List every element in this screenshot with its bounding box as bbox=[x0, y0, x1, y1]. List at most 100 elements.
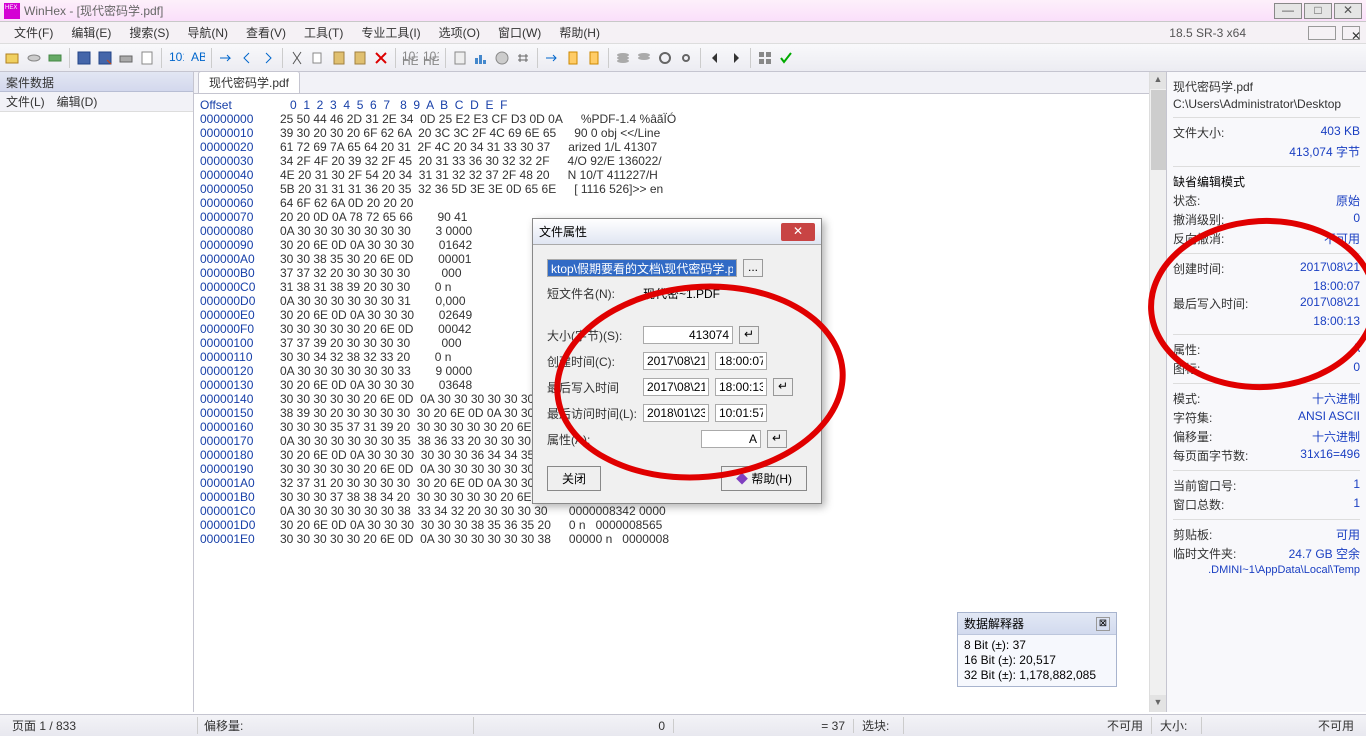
vertical-scrollbar[interactable]: ▲ ▼ bbox=[1149, 72, 1166, 712]
open-disk-icon[interactable] bbox=[25, 49, 43, 67]
menu-tools[interactable]: 工具(T) bbox=[296, 22, 351, 43]
menu-close-icon[interactable]: ✕ bbox=[1342, 26, 1360, 40]
copy-icon[interactable] bbox=[309, 49, 327, 67]
hash-icon[interactable] bbox=[514, 49, 532, 67]
delete-icon[interactable] bbox=[372, 49, 390, 67]
calc-icon[interactable] bbox=[451, 49, 469, 67]
size-input[interactable] bbox=[643, 326, 733, 344]
file-tabs: 现代密码学.pdf bbox=[194, 72, 1149, 94]
interp-close-icon[interactable]: ⊠ bbox=[1096, 617, 1110, 631]
size-btn[interactable]: ↵ bbox=[739, 326, 759, 344]
maximize-button[interactable]: □ bbox=[1304, 3, 1332, 19]
paste-icon[interactable] bbox=[351, 49, 369, 67]
attr-input[interactable] bbox=[701, 430, 761, 448]
svg-text:101: 101 bbox=[169, 50, 184, 64]
data-interpreter-panel[interactable]: 数据解释器⊠ 8 Bit (±): 37 16 Bit (±): 20,517 … bbox=[957, 612, 1117, 687]
off-value: 十六进制 bbox=[1312, 428, 1360, 445]
properties-icon[interactable] bbox=[138, 49, 156, 67]
scroll-down-icon[interactable]: ▼ bbox=[1150, 695, 1166, 712]
case-tree[interactable] bbox=[0, 112, 193, 712]
back-icon[interactable] bbox=[238, 49, 256, 67]
prev-icon[interactable] bbox=[706, 49, 724, 67]
find-hex-icon[interactable]: 101 bbox=[167, 49, 185, 67]
menu-button-icon[interactable] bbox=[1308, 26, 1336, 40]
menu-nav[interactable]: 导航(N) bbox=[179, 22, 236, 43]
next-icon[interactable] bbox=[727, 49, 745, 67]
dialog-titlebar[interactable]: 文件属性 ✕ bbox=[533, 219, 821, 245]
goto-arrow-icon[interactable] bbox=[543, 49, 561, 67]
close-button[interactable]: 关闭 bbox=[547, 466, 601, 491]
close-button[interactable]: ✕ bbox=[1334, 3, 1362, 19]
menu-view[interactable]: 查看(V) bbox=[238, 22, 294, 43]
stack2-icon[interactable] bbox=[635, 49, 653, 67]
rundo-label: 反向撤消: bbox=[1173, 230, 1224, 247]
dialog-close-button[interactable]: ✕ bbox=[781, 223, 815, 241]
icon-label: 图标: bbox=[1173, 360, 1200, 377]
undo-label: 撤消级别: bbox=[1173, 211, 1224, 228]
svg-text:AB: AB bbox=[191, 50, 205, 64]
gear-sm-icon[interactable] bbox=[677, 49, 695, 67]
attr-btn[interactable]: ↵ bbox=[767, 430, 787, 448]
menu-file[interactable]: 文件(F) bbox=[6, 22, 61, 43]
menu-window[interactable]: 窗口(W) bbox=[490, 22, 549, 43]
status-bar: 页面 1 / 833 偏移量: 0 = 37 选块: 不可用 大小: 不可用 bbox=[0, 714, 1366, 736]
time-btn[interactable]: ↵ bbox=[773, 378, 793, 396]
print-icon[interactable] bbox=[117, 49, 135, 67]
path-input[interactable] bbox=[547, 259, 737, 277]
shortname-label: 短文件名(N): bbox=[547, 285, 637, 302]
bookmark-icon[interactable] bbox=[564, 49, 582, 67]
menu-search[interactable]: 搜索(S) bbox=[121, 22, 177, 43]
menu-edit[interactable]: 编辑(E) bbox=[63, 22, 119, 43]
shortname-value: 现代密~1.PDF bbox=[643, 285, 720, 302]
mtime-date-input[interactable] bbox=[643, 378, 709, 396]
state-label: 状态: bbox=[1173, 192, 1200, 209]
disk-icon[interactable] bbox=[493, 49, 511, 67]
tile-icon[interactable] bbox=[756, 49, 774, 67]
gear-icon[interactable] bbox=[656, 49, 674, 67]
stack-icon[interactable] bbox=[614, 49, 632, 67]
goto-icon[interactable] bbox=[217, 49, 235, 67]
case-menu-file[interactable]: 文件(L) bbox=[6, 93, 45, 110]
hex-mode2-icon[interactable]: 101HEX bbox=[422, 49, 440, 67]
browse-button[interactable]: ... bbox=[743, 259, 763, 277]
temp-value: 24.7 GB 空余 bbox=[1289, 545, 1360, 562]
dialog-title: 文件属性 bbox=[539, 223, 587, 240]
fwd-icon[interactable] bbox=[259, 49, 277, 67]
help-button[interactable]: ◆ 帮助(H) bbox=[721, 466, 807, 491]
ctime-date-input[interactable] bbox=[643, 352, 709, 370]
status-eq: = 37 bbox=[674, 719, 854, 733]
ctime-time-input[interactable] bbox=[715, 352, 767, 370]
wins-value: 1 bbox=[1353, 496, 1360, 513]
case-menu-edit[interactable]: 编辑(D) bbox=[57, 93, 98, 110]
clipboard-icon[interactable] bbox=[330, 49, 348, 67]
menu-help[interactable]: 帮助(H) bbox=[551, 22, 608, 43]
title-bar: WinHex - [现代密码学.pdf] — □ ✕ bbox=[0, 0, 1366, 22]
atime-date-input[interactable] bbox=[643, 404, 709, 422]
atime-dlg-label: 最后访问时间(L): bbox=[547, 405, 637, 422]
save-as-icon[interactable] bbox=[96, 49, 114, 67]
scroll-thumb[interactable] bbox=[1151, 90, 1166, 170]
analysis-icon[interactable] bbox=[472, 49, 490, 67]
save-icon[interactable] bbox=[75, 49, 93, 67]
file-properties-dialog: 文件属性 ✕ ... 短文件名(N): 现代密~1.PDF 大小(字节)(S):… bbox=[532, 218, 822, 504]
minimize-button[interactable]: — bbox=[1274, 3, 1302, 19]
wins-label: 窗口总数: bbox=[1173, 496, 1224, 513]
mtime-time: 18:00:13 bbox=[1313, 314, 1360, 328]
menu-bar: 文件(F) 编辑(E) 搜索(S) 导航(N) 查看(V) 工具(T) 专业工具… bbox=[0, 22, 1366, 44]
bookmark2-icon[interactable] bbox=[585, 49, 603, 67]
cut-icon[interactable] bbox=[288, 49, 306, 67]
check-icon[interactable] bbox=[777, 49, 795, 67]
menu-options[interactable]: 选项(O) bbox=[431, 22, 488, 43]
atime-time-input[interactable] bbox=[715, 404, 767, 422]
open-ram-icon[interactable] bbox=[46, 49, 64, 67]
open-file-icon[interactable] bbox=[4, 49, 22, 67]
hex-mode-icon[interactable]: 101HEX bbox=[401, 49, 419, 67]
mtime-time-input[interactable] bbox=[715, 378, 767, 396]
file-size-bytes: 413,074 字节 bbox=[1289, 143, 1360, 160]
off-label: 偏移量: bbox=[1173, 428, 1212, 445]
menu-pro-tools[interactable]: 专业工具(I) bbox=[353, 22, 428, 43]
scroll-up-icon[interactable]: ▲ bbox=[1150, 72, 1166, 89]
clip-value: 可用 bbox=[1336, 526, 1360, 543]
find-text-icon[interactable]: AB bbox=[188, 49, 206, 67]
file-tab[interactable]: 现代密码学.pdf bbox=[198, 71, 300, 93]
